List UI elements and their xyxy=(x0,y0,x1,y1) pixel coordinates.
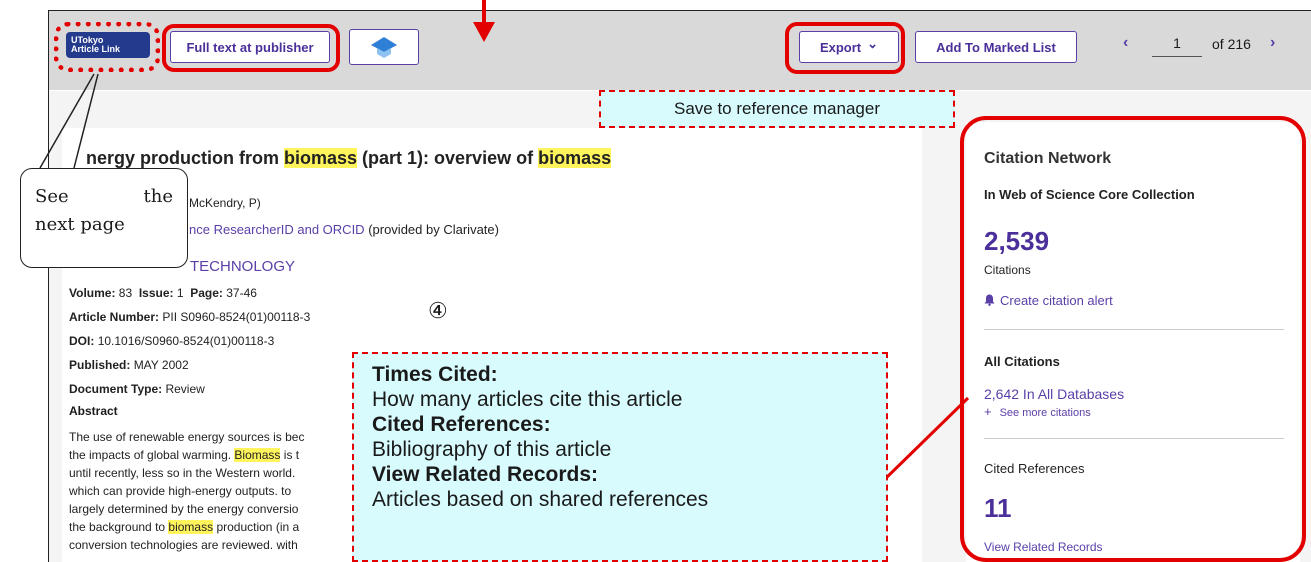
researcher-id-row: nce ResearcherID and ORCID (provided by … xyxy=(189,222,499,237)
published-row: Published: MAY 2002 xyxy=(69,358,189,372)
pointer-arrow-line xyxy=(482,0,486,24)
published-label: Published: xyxy=(69,358,131,372)
author-fragment: McKendry, P) xyxy=(189,196,261,210)
abstract-line: conversion technologies are reviewed. wi… xyxy=(69,538,298,552)
abstract-line: the impacts of global warming. Biomass i… xyxy=(69,448,299,462)
related-records-description: Articles based on shared references xyxy=(372,488,709,511)
article-number-label: Article Number: xyxy=(69,310,160,324)
title-highlight: biomass xyxy=(538,148,612,168)
save-to-reference-manager-callout: Save to reference manager xyxy=(599,90,955,128)
volume-value: 83 xyxy=(118,286,133,300)
chevron-left-icon[interactable]: ‹ xyxy=(1123,34,1128,52)
doi-value: 10.1016/S0960-8524(01)00118-3 xyxy=(97,334,275,348)
page-total: of 216 xyxy=(1212,36,1251,52)
researcher-id-link[interactable]: nce ResearcherID and ORCID xyxy=(189,222,365,237)
volume-row: Volume: 83 Issue: 1 Page: 37-46 xyxy=(69,286,257,300)
article-number-row: Article Number: PII S0960-8524(01)00118-… xyxy=(69,310,310,324)
related-records-heading: View Related Records: xyxy=(372,463,599,486)
toolbar-left-border xyxy=(48,10,49,562)
abstract-text: the background to xyxy=(69,520,166,534)
doctype-label: Document Type: xyxy=(69,382,163,396)
article-title: nergy production from biomass (part 1): … xyxy=(86,148,612,169)
title-part: (part 1): overview of xyxy=(357,148,539,168)
step-number-badge: ④ xyxy=(428,298,448,323)
abstract-text: the impacts of global warming. xyxy=(69,448,232,462)
chevron-right-icon[interactable]: › xyxy=(1270,34,1275,52)
page-number-input[interactable]: 1 xyxy=(1152,35,1202,57)
page-current: 1 xyxy=(1173,35,1181,51)
citation-network-highlight-ring xyxy=(960,116,1306,562)
bubble-line-2: next page xyxy=(35,214,125,235)
citation-explanation-callout: Times Cited: How many articles cite this… xyxy=(352,352,888,562)
abstract-highlight: biomass xyxy=(168,520,214,534)
times-cited-description: How many articles cite this article xyxy=(372,388,683,411)
save-callout-text: Save to reference manager xyxy=(673,99,880,118)
abstract-line: until recently, less so in the Western w… xyxy=(69,466,296,480)
add-to-marked-label: Add To Marked List xyxy=(936,39,1056,55)
utokyo-highlight-ring xyxy=(54,22,160,72)
see-next-page-bubble: See the next page xyxy=(20,168,188,268)
document-type-row: Document Type: Review xyxy=(69,382,205,396)
add-to-marked-list-button[interactable]: Add To Marked List xyxy=(915,31,1077,63)
cited-references-heading: Cited References: xyxy=(372,413,551,436)
abstract-line: largely determined by the energy convers… xyxy=(69,502,299,516)
issue-value: 1 xyxy=(176,286,184,300)
journal-link[interactable]: TECHNOLOGY xyxy=(190,258,295,275)
kopernio-button[interactable] xyxy=(349,29,419,65)
abstract-highlight: Biomass xyxy=(234,448,281,462)
researcher-id-suffix: (provided by Clarivate) xyxy=(364,222,499,237)
full-text-highlight-ring xyxy=(162,24,340,72)
page-label: Page: xyxy=(190,286,223,300)
bubble-word: See xyxy=(35,186,69,207)
graduation-cap-icon xyxy=(371,37,397,58)
bubble-word: the xyxy=(143,186,173,207)
volume-label: Volume: xyxy=(69,286,116,300)
doctype-value: Review xyxy=(165,382,205,396)
abstract-line: The use of renewable energy sources is b… xyxy=(69,430,305,444)
doi-row: DOI: 10.1016/S0960-8524(01)00118-3 xyxy=(69,334,274,348)
title-part: nergy production from xyxy=(86,148,284,168)
export-highlight-ring xyxy=(785,22,905,74)
times-cited-heading: Times Cited: xyxy=(372,363,498,386)
page-value: 37-46 xyxy=(226,286,257,300)
issue-label: Issue: xyxy=(138,286,174,300)
bubble-line-1: See the xyxy=(35,183,173,211)
abstract-text: is t xyxy=(280,448,300,462)
abstract-line: which can provide high-energy outputs. t… xyxy=(69,484,292,498)
pointer-arrow-head xyxy=(473,22,495,42)
abstract-text: production (in a xyxy=(213,520,300,534)
published-value: MAY 2002 xyxy=(133,358,189,372)
cited-references-description: Bibliography of this article xyxy=(372,438,612,461)
abstract-heading: Abstract xyxy=(69,404,118,418)
doi-label: DOI: xyxy=(69,334,95,348)
abstract-line: the background to biomass production (in… xyxy=(69,520,299,534)
title-highlight: biomass xyxy=(284,148,358,168)
article-number-value: PII S0960-8524(01)00118-3 xyxy=(162,310,311,324)
